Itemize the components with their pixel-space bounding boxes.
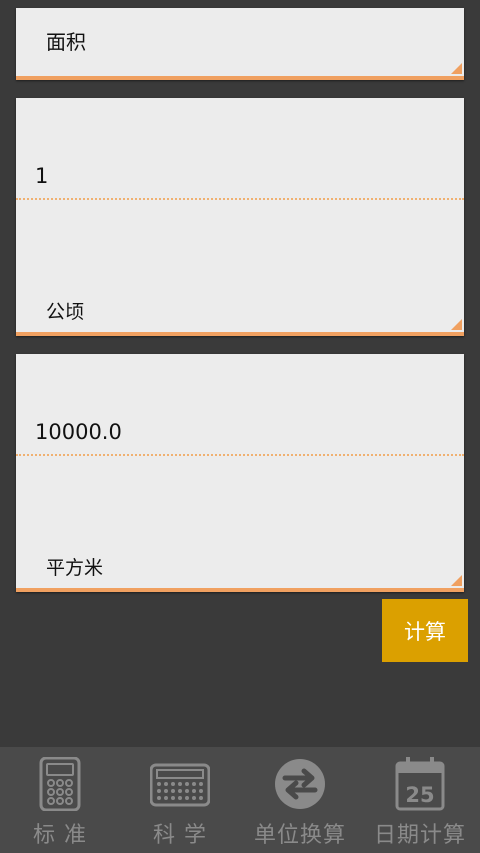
input-unit-selector[interactable]: 公顷 xyxy=(46,297,84,324)
tab-label: 日期计算 xyxy=(373,823,466,848)
divider xyxy=(16,454,464,456)
dropdown-corner-icon xyxy=(451,575,462,586)
calculator-icon xyxy=(39,757,81,811)
swap-arrows-icon xyxy=(275,759,325,809)
bottom-tab-bar: 标 准 科 学 单位换算 25 日期计算 xyxy=(0,747,480,853)
tab-label: 单位换算 xyxy=(253,823,346,848)
calendar-icon: 25 xyxy=(395,757,445,811)
calculate-button[interactable]: 计算 xyxy=(382,599,468,662)
dropdown-corner-icon xyxy=(451,319,462,330)
tab-label: 科 学 xyxy=(153,823,207,848)
output-card: 10000.0 平方米 xyxy=(16,354,464,592)
divider xyxy=(16,198,464,200)
output-unit-selector[interactable]: 平方米 xyxy=(46,553,103,580)
scientific-calculator-icon xyxy=(150,763,210,807)
unit-category-selector[interactable]: 面积 xyxy=(16,8,464,80)
tab-date-calculation[interactable]: 25 日期计算 xyxy=(360,747,480,853)
tab-standard[interactable]: 标 准 xyxy=(0,747,120,853)
tab-label: 标 准 xyxy=(33,823,87,848)
unit-category-label: 面积 xyxy=(46,30,86,54)
tab-unit-conversion[interactable]: 单位换算 xyxy=(240,747,360,853)
dropdown-corner-icon xyxy=(451,63,462,74)
tab-scientific[interactable]: 科 学 xyxy=(120,747,240,853)
svg-text:25: 25 xyxy=(405,783,434,807)
input-value-field[interactable]: 1 xyxy=(35,164,48,188)
input-card: 1 公顷 xyxy=(16,98,464,336)
output-value-field[interactable]: 10000.0 xyxy=(35,420,122,444)
